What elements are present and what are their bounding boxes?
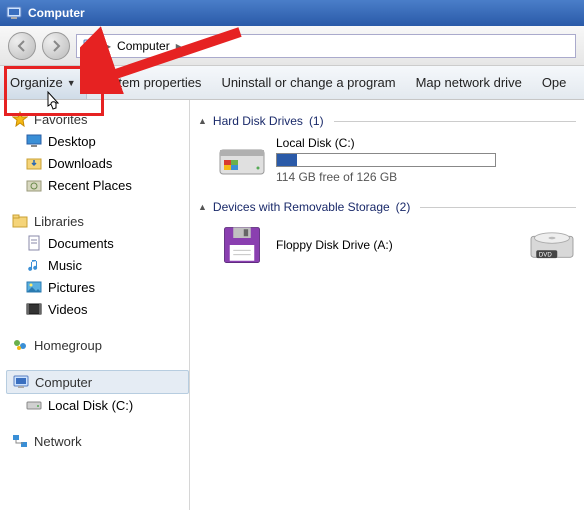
collapse-icon: ▲ <box>198 202 207 212</box>
back-button[interactable] <box>8 32 36 60</box>
favorites-header[interactable]: Favorites <box>6 108 189 130</box>
floppy-drive-icon <box>218 224 266 266</box>
forward-button[interactable] <box>42 32 70 60</box>
window-title: Computer <box>28 6 85 20</box>
star-icon <box>12 111 28 127</box>
documents-icon <box>26 235 42 251</box>
group-hard-disk-drives[interactable]: ▲ Hard Disk Drives (1) <box>198 114 576 128</box>
drive-name: Floppy Disk Drive (A:) <box>276 238 393 252</box>
nav-bar: ▸ Computer ▸ <box>0 26 584 66</box>
uninstall-program-button[interactable]: Uninstall or change a program <box>211 66 405 99</box>
content-pane: ▲ Hard Disk Drives (1) Local Disk (C:) <box>190 100 584 510</box>
dvd-drive-icon: DVD <box>528 224 576 266</box>
desktop-icon <box>26 133 42 149</box>
libraries-icon <box>12 213 28 229</box>
chevron-down-icon: ▼ <box>67 78 76 88</box>
sidebar-item-videos[interactable]: Videos <box>6 298 189 320</box>
open-button-truncated[interactable]: Ope <box>532 66 577 99</box>
computer-icon <box>83 38 99 54</box>
videos-icon <box>26 301 42 317</box>
pictures-icon <box>26 279 42 295</box>
command-toolbar: Organize ▼ System properties Uninstall o… <box>0 66 584 100</box>
collapse-icon: ▲ <box>198 116 207 126</box>
sidebar-item-documents[interactable]: Documents <box>6 232 189 254</box>
svg-text:DVD: DVD <box>539 251 552 258</box>
homegroup-icon <box>12 337 28 353</box>
computer-header[interactable]: Computer <box>6 370 189 394</box>
drive-item-local-disk[interactable]: Local Disk (C:) 114 GB free of 126 GB <box>218 136 576 184</box>
drive-item-floppy[interactable]: Floppy Disk Drive (A:) <box>218 224 393 266</box>
window-titlebar: Computer <box>0 0 584 26</box>
breadcrumb-sep-icon: ▸ <box>176 39 182 53</box>
music-icon <box>26 257 42 273</box>
sidebar-item-desktop[interactable]: Desktop <box>6 130 189 152</box>
organize-button[interactable]: Organize ▼ <box>0 66 87 99</box>
drive-name: Local Disk (C:) <box>276 136 496 150</box>
sidebar-item-music[interactable]: Music <box>6 254 189 276</box>
disk-usage-meter <box>276 153 496 167</box>
libraries-header[interactable]: Libraries <box>6 210 189 232</box>
system-properties-button[interactable]: System properties <box>87 66 212 99</box>
forward-arrow-icon <box>50 40 62 52</box>
address-bar[interactable]: ▸ Computer ▸ <box>76 34 576 58</box>
network-header[interactable]: Network <box>6 430 189 452</box>
recent-places-icon <box>26 177 42 193</box>
sidebar-item-downloads[interactable]: Downloads <box>6 152 189 174</box>
group-removable-storage[interactable]: ▲ Devices with Removable Storage (2) <box>198 200 576 214</box>
hard-drive-icon <box>26 397 42 413</box>
navigation-pane: Favorites Desktop Downloads Recent Place… <box>0 100 190 510</box>
disk-free-text: 114 GB free of 126 GB <box>276 170 496 184</box>
computer-icon <box>6 5 22 21</box>
map-network-drive-button[interactable]: Map network drive <box>406 66 532 99</box>
organize-label: Organize <box>10 75 63 90</box>
breadcrumb-computer[interactable]: Computer <box>117 39 170 53</box>
homegroup-header[interactable]: Homegroup <box>6 334 189 356</box>
network-icon <box>12 433 28 449</box>
hard-drive-icon <box>218 136 266 178</box>
sidebar-item-recent-places[interactable]: Recent Places <box>6 174 189 196</box>
computer-icon <box>13 374 29 390</box>
downloads-icon <box>26 155 42 171</box>
sidebar-item-local-disk[interactable]: Local Disk (C:) <box>6 394 189 416</box>
drive-item-dvd[interactable]: DVD <box>528 224 576 266</box>
back-arrow-icon <box>16 40 28 52</box>
breadcrumb-sep-icon: ▸ <box>105 39 111 53</box>
sidebar-item-pictures[interactable]: Pictures <box>6 276 189 298</box>
